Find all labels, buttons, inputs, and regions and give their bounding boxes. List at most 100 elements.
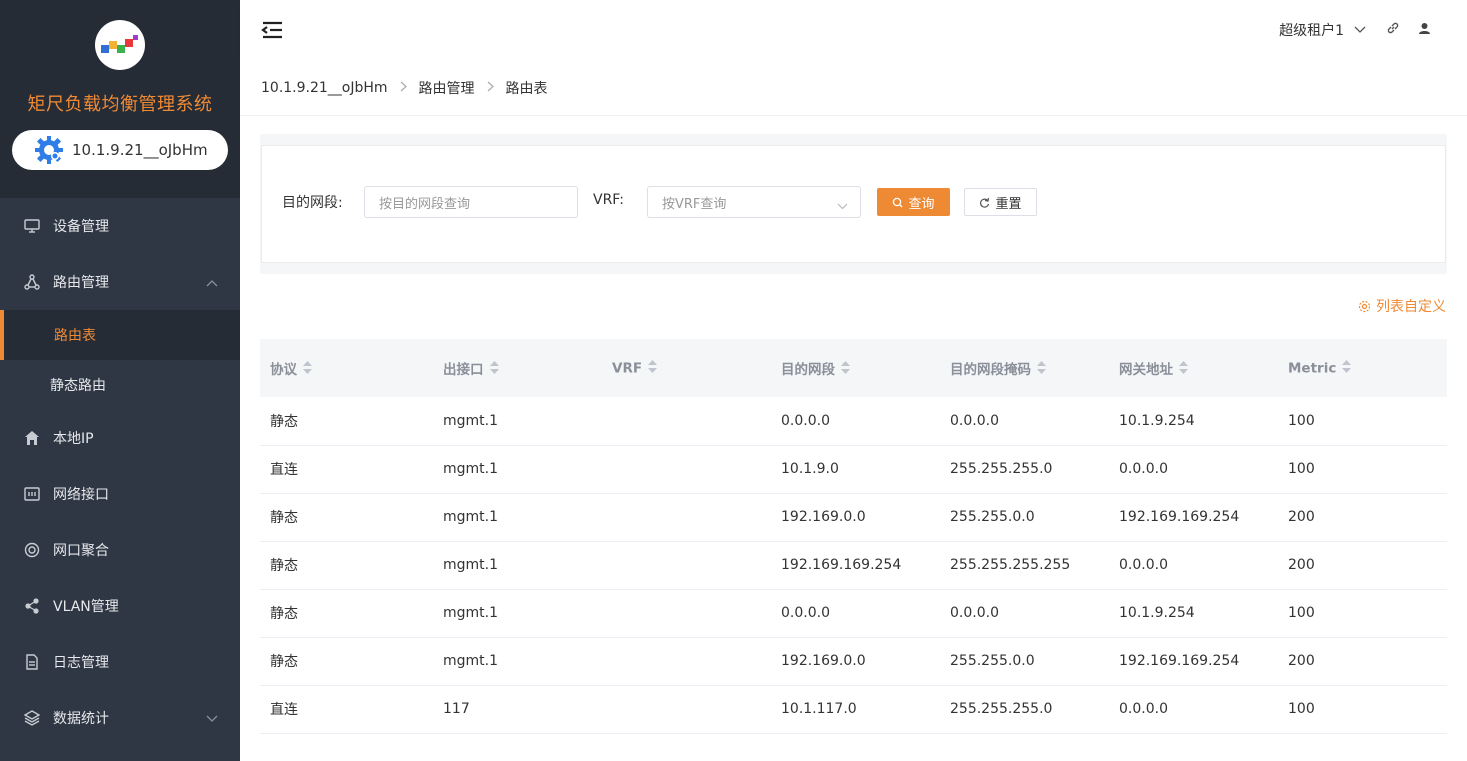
column-header-label: Metric bbox=[1288, 360, 1337, 376]
network-nodes-icon bbox=[23, 273, 41, 291]
table-cell bbox=[602, 397, 771, 445]
table-cell: 静态 bbox=[270, 558, 298, 574]
table-cell: 200 bbox=[1288, 557, 1315, 573]
table-cell: 静态 bbox=[270, 510, 298, 526]
chevron-up-icon bbox=[206, 275, 218, 291]
table-row: 静态 mgmt.1 0.0.0.0 0.0.0.0 10.1.9.254 100 bbox=[260, 589, 1447, 637]
sort-icon[interactable] bbox=[841, 361, 850, 378]
port-icon bbox=[23, 485, 41, 503]
table-cell: 0.0.0.0 bbox=[781, 605, 830, 621]
sort-icon[interactable] bbox=[489, 361, 499, 378]
table-cell: 0.0.0.0 bbox=[950, 412, 999, 429]
table-cell: mgmt.1 bbox=[443, 461, 499, 477]
column-header[interactable]: 目的网段 bbox=[771, 339, 940, 397]
sidebar-header: 矩尺负载均衡管理系统 10.1.9.21__oJbHm bbox=[0, 0, 240, 198]
sort-icon[interactable] bbox=[1179, 361, 1188, 378]
table-cell: mgmt.1 bbox=[443, 557, 499, 573]
table-row: 直连 117 10.1.117.0 255.255.255.0 0.0.0.0 100 bbox=[260, 685, 1447, 733]
sidebar-item-stats[interactable]: 数据统计 bbox=[0, 690, 240, 746]
sidebar-item-aggregation[interactable]: 网口聚合 bbox=[0, 522, 240, 578]
customize-columns-button[interactable]: 列表自定义 bbox=[1358, 296, 1446, 316]
table-cell: 10.1.9.254 bbox=[1119, 412, 1195, 429]
sidebar-menu: 设备管理 路由管理 路由表 静态路由 本地IP 网络接口 网口聚合 VLAN管理… bbox=[0, 198, 240, 746]
sidebar-item-log[interactable]: 日志管理 bbox=[0, 634, 240, 690]
table-row: 静态 mgmt.1 0.0.0.0 0.0.0.0 10.1.9.254 100 bbox=[260, 397, 1447, 445]
column-header[interactable]: VRF bbox=[602, 339, 771, 397]
table-cell: 255.255.255.0 bbox=[950, 461, 1053, 477]
table-cell: 静态 bbox=[270, 654, 298, 670]
table-row: 静态 mgmt.1 192.169.0.0 255.255.0.0 192.169.16… bbox=[260, 637, 1447, 685]
column-header-label: 目的网段掩码 bbox=[950, 361, 1031, 378]
table-cell bbox=[602, 445, 771, 493]
sidebar-item-vlan[interactable]: VLAN管理 bbox=[0, 578, 240, 634]
link-icon[interactable] bbox=[1386, 21, 1400, 39]
sidebar-item-route-table[interactable]: 路由表 bbox=[0, 310, 240, 360]
layers-icon bbox=[23, 709, 41, 727]
table-cell: 10.1.117.0 bbox=[781, 701, 857, 717]
sidebar-item-label: VLAN管理 bbox=[53, 599, 119, 615]
settings-icon bbox=[1358, 300, 1371, 313]
table-cell: 117 bbox=[443, 701, 470, 717]
column-header-label: VRF bbox=[612, 360, 643, 376]
sidebar-item-route[interactable]: 路由管理 bbox=[0, 254, 240, 310]
sidebar-item-label: 路由表 bbox=[54, 328, 96, 344]
sidebar-item-label: 日志管理 bbox=[53, 655, 109, 671]
sidebar-item-local-ip[interactable]: 本地IP bbox=[0, 410, 240, 466]
sidebar-item-device[interactable]: 设备管理 bbox=[0, 198, 240, 254]
vrf-label: VRF: bbox=[593, 192, 624, 208]
column-header[interactable]: 协议 bbox=[260, 339, 433, 397]
table-header-row: 协议 出接口 VRF 目的网段 目的网段掩码 网关地址 Metric bbox=[260, 339, 1447, 397]
column-header-label: 协议 bbox=[270, 361, 297, 378]
table-cell bbox=[602, 685, 771, 733]
table-cell: 192.169.169.254 bbox=[1119, 653, 1240, 669]
column-header[interactable]: 目的网段掩码 bbox=[940, 339, 1109, 397]
table-cell bbox=[602, 541, 771, 589]
top-header: 超级租户1 bbox=[240, 0, 1467, 60]
table-cell: 100 bbox=[1288, 701, 1315, 717]
table-cell: 直连 bbox=[270, 462, 298, 478]
column-header-label: 出接口 bbox=[443, 361, 484, 378]
share-icon bbox=[23, 597, 41, 615]
table-row: 静态 mgmt.1 192.169.0.0 255.255.0.0 192.169.16… bbox=[260, 493, 1447, 541]
table-cell bbox=[602, 493, 771, 541]
table-cell: 192.169.0.0 bbox=[781, 509, 866, 525]
sort-icon[interactable] bbox=[1342, 359, 1352, 377]
reset-button[interactable]: 重置 bbox=[964, 188, 1037, 216]
sort-icon[interactable] bbox=[648, 359, 658, 377]
chevron-down-icon bbox=[837, 199, 848, 214]
table-cell: 255.255.0.0 bbox=[950, 509, 1035, 525]
query-button[interactable]: 查询 bbox=[877, 188, 950, 216]
table-cell: 0.0.0.0 bbox=[950, 605, 999, 621]
sidebar-item-label: 网络接口 bbox=[53, 487, 109, 503]
breadcrumb-item[interactable]: 路由管理 bbox=[419, 78, 475, 98]
sidebar-item-interface[interactable]: 网络接口 bbox=[0, 466, 240, 522]
document-icon bbox=[23, 653, 41, 671]
sort-icon[interactable] bbox=[1037, 361, 1046, 378]
user-name[interactable]: 超级租户1 bbox=[1279, 20, 1344, 40]
table-cell: 200 bbox=[1288, 509, 1315, 525]
column-header[interactable]: 出接口 bbox=[433, 339, 602, 397]
table-body: 静态 mgmt.1 0.0.0.0 0.0.0.0 10.1.9.254 100 直连 mgm… bbox=[260, 397, 1447, 733]
breadcrumb-item[interactable]: 10.1.9.21__oJbHm bbox=[261, 80, 388, 96]
chevron-down-icon[interactable] bbox=[1354, 22, 1366, 38]
user-icon[interactable] bbox=[1418, 22, 1431, 39]
sort-icon[interactable] bbox=[303, 361, 312, 378]
sidebar-item-label: 网口聚合 bbox=[53, 543, 109, 559]
column-header[interactable]: 网关地址 bbox=[1109, 339, 1278, 397]
table-cell: 192.169.169.254 bbox=[781, 557, 902, 573]
app-title: 矩尺负载均衡管理系统 bbox=[27, 94, 213, 115]
table-row: 静态 mgmt.1 192.169.169.254 255.255.255.255 0.… bbox=[260, 541, 1447, 589]
route-table: 协议 出接口 VRF 目的网段 目的网段掩码 网关地址 Metric 静态 mgmt.1 0.0… bbox=[260, 339, 1447, 734]
tenant-selector[interactable]: 10.1.9.21__oJbHm bbox=[12, 130, 228, 170]
menu-collapse-icon[interactable] bbox=[261, 20, 283, 40]
table-cell: 192.169.0.0 bbox=[781, 653, 866, 669]
table-cell: 静态 bbox=[270, 606, 298, 622]
column-header[interactable]: Metric bbox=[1278, 339, 1447, 397]
table-cell: mgmt.1 bbox=[443, 605, 499, 621]
column-header-label: 网关地址 bbox=[1119, 361, 1173, 378]
vrf-select[interactable]: 按VRF查询 bbox=[647, 186, 861, 218]
dest-input[interactable]: 按目的网段查询 bbox=[364, 186, 578, 218]
sidebar-item-static-route[interactable]: 静态路由 bbox=[0, 360, 240, 410]
home-icon bbox=[23, 429, 41, 447]
search-icon bbox=[892, 197, 903, 208]
